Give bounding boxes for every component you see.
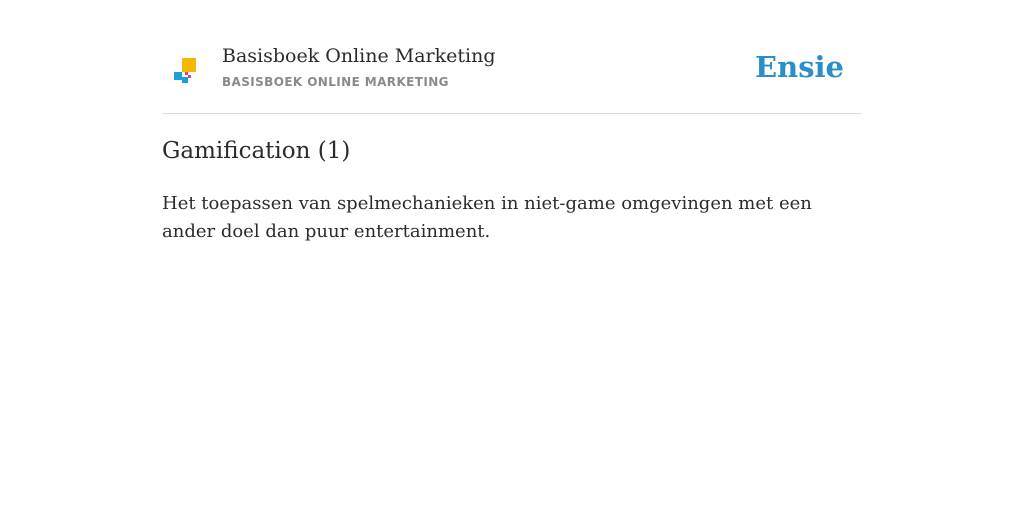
term-definition: Het toepassen van spelmechanieken in nie…: [162, 193, 812, 242]
page-header: Basisboek Online Marketing BASISBOEK ONL…: [162, 0, 862, 114]
book-subtitle: BASISBOEK ONLINE MARKETING: [222, 75, 449, 89]
logo-yellow-square: [182, 58, 196, 72]
page: Basisboek Online Marketing BASISBOEK ONL…: [0, 0, 1024, 512]
ensie-logo-link[interactable]: Ensie: [755, 50, 844, 84]
logo-blue-square: [174, 72, 182, 80]
basisboek-logo-icon[interactable]: [174, 58, 198, 86]
term-title: Gamification (1): [162, 138, 351, 164]
logo-pink-small-square: [188, 75, 191, 78]
book-title-link[interactable]: Basisboek Online Marketing: [222, 45, 496, 67]
content-container: Basisboek Online Marketing BASISBOEK ONL…: [162, 0, 862, 242]
